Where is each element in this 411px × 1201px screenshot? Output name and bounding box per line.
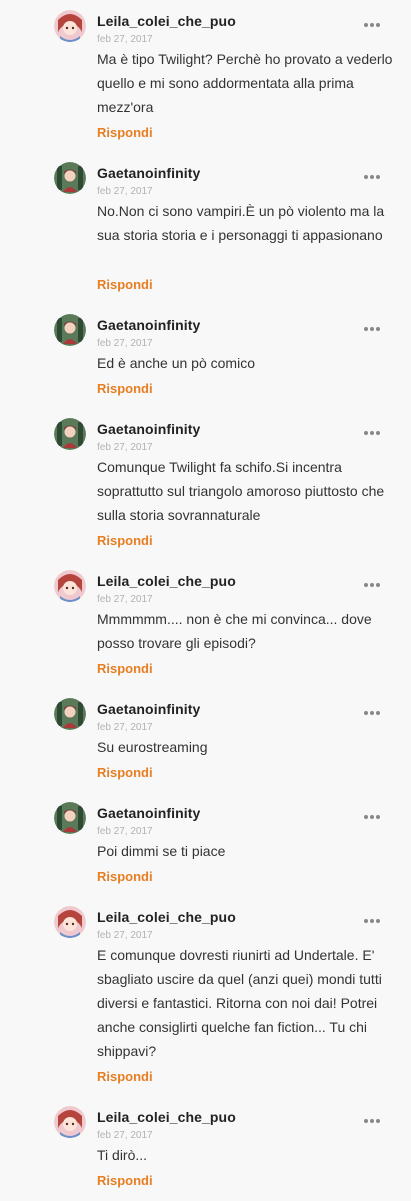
reply-link[interactable]: Rispondi	[97, 125, 153, 140]
comment-text: Mmmmmm.... non è che mi convinca... dove…	[97, 611, 372, 651]
comment-username[interactable]: Leila_colei_che_puo	[97, 1109, 236, 1125]
user-avatar[interactable]	[54, 698, 86, 730]
more-options-icon	[364, 175, 380, 179]
comment-text: Comunque Twilight fa schifo.Si incentra …	[97, 459, 385, 523]
comment-date: feb 27, 2017	[97, 594, 153, 605]
comment-username[interactable]: Gaetanoinfinity	[97, 317, 200, 333]
comment-item: Leila_colei_che_puo feb 27, 2017 Mmmmmm.…	[0, 564, 411, 690]
comment-item: Leila_colei_che_puo feb 27, 2017 E comun…	[0, 900, 411, 1098]
forest-character-avatar-icon	[54, 698, 86, 730]
forest-character-avatar-icon	[54, 162, 86, 194]
reply-link[interactable]: Rispondi	[97, 381, 153, 396]
comment-username[interactable]: Gaetanoinfinity	[97, 421, 200, 437]
more-options-button[interactable]	[360, 322, 384, 336]
comment-text: Ed è anche un pò comico	[97, 355, 255, 371]
more-options-button[interactable]	[360, 810, 384, 824]
more-options-button[interactable]	[360, 578, 384, 592]
user-avatar[interactable]	[54, 802, 86, 834]
comment-item: Gaetanoinfinity feb 27, 2017 Poi dimmi s…	[0, 796, 411, 898]
comment-text: No.Non ci sono vampiri.È un pò violento …	[97, 203, 385, 243]
user-avatar[interactable]	[54, 314, 86, 346]
more-options-button[interactable]	[360, 18, 384, 32]
comment-date: feb 27, 2017	[97, 930, 153, 941]
comment-date: feb 27, 2017	[97, 186, 153, 197]
forest-character-avatar-icon	[54, 314, 86, 346]
more-options-icon	[364, 711, 380, 715]
pink-anime-avatar-icon	[54, 1106, 86, 1138]
more-options-icon	[364, 583, 380, 587]
comment-username[interactable]: Leila_colei_che_puo	[97, 13, 236, 29]
forest-character-avatar-icon	[54, 802, 86, 834]
user-avatar[interactable]	[54, 418, 86, 450]
comment-item: Leila_colei_che_puo feb 27, 2017 Ti dirò…	[0, 1100, 411, 1201]
comment-username[interactable]: Leila_colei_che_puo	[97, 573, 236, 589]
comment-text: Su eurostreaming	[97, 739, 208, 755]
more-options-button[interactable]	[360, 170, 384, 184]
comment-item: Gaetanoinfinity feb 27, 2017 Su eurostre…	[0, 692, 411, 794]
comment-date: feb 27, 2017	[97, 1130, 153, 1141]
more-options-button[interactable]	[360, 426, 384, 440]
forest-character-avatar-icon	[54, 418, 86, 450]
comment-username[interactable]: Leila_colei_che_puo	[97, 909, 236, 925]
pink-anime-avatar-icon	[54, 10, 86, 42]
comment-text: E comunque dovresti riunirti ad Undertal…	[97, 947, 382, 1059]
comment-date: feb 27, 2017	[97, 442, 153, 453]
more-options-icon	[364, 327, 380, 331]
comment-item: Gaetanoinfinity feb 27, 2017 No.Non ci s…	[0, 156, 411, 306]
comment-text: Ma è tipo Twilight? Perchè ho provato a …	[97, 51, 393, 115]
more-options-icon	[364, 919, 380, 923]
user-avatar[interactable]	[54, 1106, 86, 1138]
more-options-icon	[364, 1119, 380, 1123]
reply-link[interactable]: Rispondi	[97, 661, 153, 676]
comment-date: feb 27, 2017	[97, 826, 153, 837]
comment-item: Leila_colei_che_puo feb 27, 2017 Ma è ti…	[0, 4, 411, 154]
comment-thread: Leila_colei_che_puo feb 27, 2017 Ma è ti…	[0, 0, 411, 1201]
comment-username[interactable]: Gaetanoinfinity	[97, 165, 200, 181]
more-options-icon	[364, 23, 380, 27]
user-avatar[interactable]	[54, 570, 86, 602]
more-options-button[interactable]	[360, 706, 384, 720]
more-options-button[interactable]	[360, 1114, 384, 1128]
reply-link[interactable]: Rispondi	[97, 869, 153, 884]
reply-link[interactable]: Rispondi	[97, 765, 153, 780]
more-options-icon	[364, 815, 380, 819]
comment-item: Gaetanoinfinity feb 27, 2017 Comunque Tw…	[0, 412, 411, 562]
comment-item: Gaetanoinfinity feb 27, 2017 Ed è anche …	[0, 308, 411, 410]
user-avatar[interactable]	[54, 906, 86, 938]
comment-username[interactable]: Gaetanoinfinity	[97, 701, 200, 717]
comment-date: feb 27, 2017	[97, 338, 153, 349]
more-options-button[interactable]	[360, 914, 384, 928]
comment-date: feb 27, 2017	[97, 34, 153, 45]
reply-link[interactable]: Rispondi	[97, 533, 153, 548]
comment-text: Poi dimmi se ti piace	[97, 843, 226, 859]
reply-link[interactable]: Rispondi	[97, 1173, 153, 1188]
reply-link[interactable]: Rispondi	[97, 1069, 153, 1084]
pink-anime-avatar-icon	[54, 906, 86, 938]
user-avatar[interactable]	[54, 10, 86, 42]
more-options-icon	[364, 431, 380, 435]
reply-link[interactable]: Rispondi	[97, 277, 153, 292]
comment-text: Ti dirò...	[97, 1147, 148, 1163]
comment-username[interactable]: Gaetanoinfinity	[97, 805, 200, 821]
pink-anime-avatar-icon	[54, 570, 86, 602]
user-avatar[interactable]	[54, 162, 86, 194]
comment-date: feb 27, 2017	[97, 722, 153, 733]
